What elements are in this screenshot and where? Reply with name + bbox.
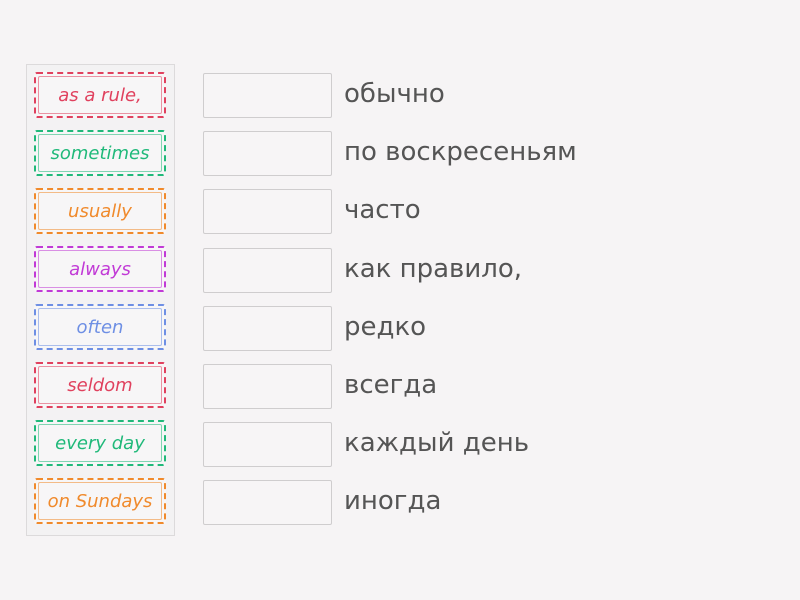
drop-zone[interactable]	[203, 247, 332, 293]
draggable-card[interactable]: on Sundays	[34, 478, 166, 524]
drop-zone[interactable]	[203, 364, 332, 409]
card-text: as a rule,	[58, 84, 142, 106]
card-text: often	[76, 316, 124, 338]
card-text: always	[69, 258, 131, 280]
draggable-card[interactable]: as a rule,	[34, 72, 166, 118]
draggable-card[interactable]: every day	[34, 420, 166, 466]
card-text: on Sundays	[47, 490, 153, 512]
target-label: обычно	[344, 79, 445, 109]
draggable-card[interactable]: always	[34, 246, 166, 292]
draggable-card[interactable]: sometimes	[34, 130, 166, 176]
target-label: всегда	[344, 370, 438, 400]
card-text: every day	[55, 432, 145, 454]
card-text: usually	[68, 200, 132, 222]
drop-zone[interactable]	[203, 305, 332, 351]
draggable-card[interactable]: usually	[34, 188, 166, 234]
drop-zone[interactable]	[203, 73, 332, 118]
target-label: каждый день	[344, 428, 530, 459]
target-label: по воскресеньям	[344, 137, 577, 168]
target-label: иногда	[344, 486, 442, 517]
drop-zone[interactable]	[203, 422, 332, 468]
draggable-card[interactable]: often	[34, 304, 166, 350]
drop-zone[interactable]	[203, 189, 332, 235]
card-text: seldom	[67, 374, 133, 396]
draggable-card[interactable]: seldom	[34, 362, 166, 408]
card-text: sometimes	[50, 142, 150, 164]
target-label: как правило,	[344, 253, 523, 284]
target-label: редко	[344, 311, 427, 342]
drop-zone[interactable]	[203, 480, 332, 526]
target-label: часто	[344, 195, 421, 226]
drop-zone[interactable]	[203, 131, 332, 177]
